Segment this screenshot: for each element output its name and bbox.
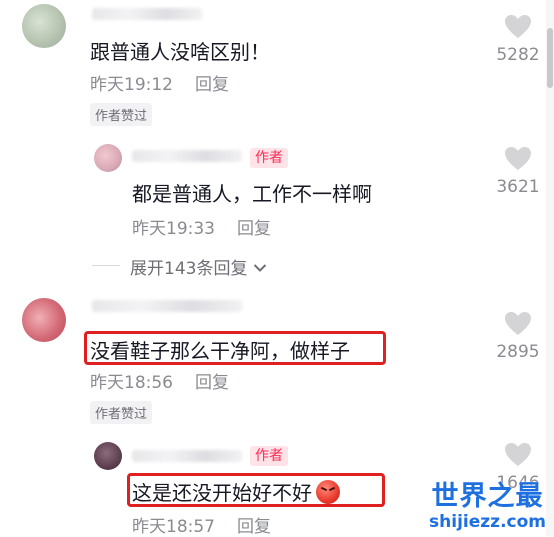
author-tag: 作者 bbox=[250, 148, 288, 168]
chevron-down-icon bbox=[253, 264, 267, 272]
reply-button[interactable]: 回复 bbox=[237, 219, 271, 239]
author-liked-tag: 作者赞过 bbox=[90, 103, 153, 126]
comment-time: 昨天19:33 bbox=[132, 219, 215, 239]
like-count: 5282 bbox=[496, 45, 540, 65]
username-blurred[interactable] bbox=[132, 150, 242, 162]
comment-text: 都是普通人，工作不一样啊 bbox=[132, 182, 372, 206]
highlight-box bbox=[84, 331, 386, 365]
watermark: 世界之最 shijiezz.com bbox=[429, 481, 546, 533]
comment-meta: 昨天19:33 回复 bbox=[132, 214, 271, 239]
avatar[interactable] bbox=[22, 298, 66, 342]
comment-meta: 昨天19:12 回复 bbox=[90, 70, 229, 95]
like-button[interactable]: 5282 bbox=[490, 14, 546, 65]
comment-meta: 昨天18:56 回复 bbox=[90, 368, 229, 393]
heart-icon bbox=[505, 15, 531, 38]
like-count: 2895 bbox=[496, 342, 540, 362]
comment-meta: 昨天18:57 回复 bbox=[132, 512, 271, 537]
like-count: 3621 bbox=[496, 177, 540, 197]
like-button[interactable]: 3621 bbox=[490, 146, 546, 197]
author-liked-tag: 作者赞过 bbox=[90, 401, 153, 424]
reply-button[interactable]: 回复 bbox=[195, 75, 229, 95]
heart-icon bbox=[505, 312, 531, 335]
avatar[interactable] bbox=[22, 4, 66, 48]
comment-time: 昨天18:56 bbox=[90, 373, 173, 393]
divider bbox=[92, 265, 120, 266]
username-blurred[interactable] bbox=[132, 450, 242, 462]
reply-button[interactable]: 回复 bbox=[237, 517, 271, 537]
author-tag: 作者 bbox=[250, 446, 288, 466]
username-blurred[interactable] bbox=[92, 8, 202, 20]
heart-icon bbox=[505, 147, 531, 170]
scrollbar-thumb[interactable] bbox=[547, 28, 553, 88]
expand-replies-button[interactable]: 展开143条回复 bbox=[130, 254, 267, 279]
highlight-box bbox=[127, 473, 385, 507]
username-blurred[interactable] bbox=[92, 300, 242, 312]
avatar[interactable] bbox=[94, 144, 122, 172]
heart-icon bbox=[505, 443, 531, 466]
comment-time: 昨天18:57 bbox=[132, 517, 215, 537]
comment-time: 昨天19:12 bbox=[90, 75, 173, 95]
scrollbar[interactable] bbox=[546, 0, 554, 536]
watermark-url: shijiezz.com bbox=[429, 512, 546, 532]
comment-text: 跟普通人没啥区别！ bbox=[90, 40, 270, 64]
reply-button[interactable]: 回复 bbox=[195, 373, 229, 393]
watermark-title: 世界之最 bbox=[431, 481, 544, 512]
like-button[interactable]: 2895 bbox=[490, 311, 546, 362]
avatar[interactable] bbox=[94, 442, 122, 470]
expand-replies-label: 展开143条回复 bbox=[130, 259, 248, 279]
